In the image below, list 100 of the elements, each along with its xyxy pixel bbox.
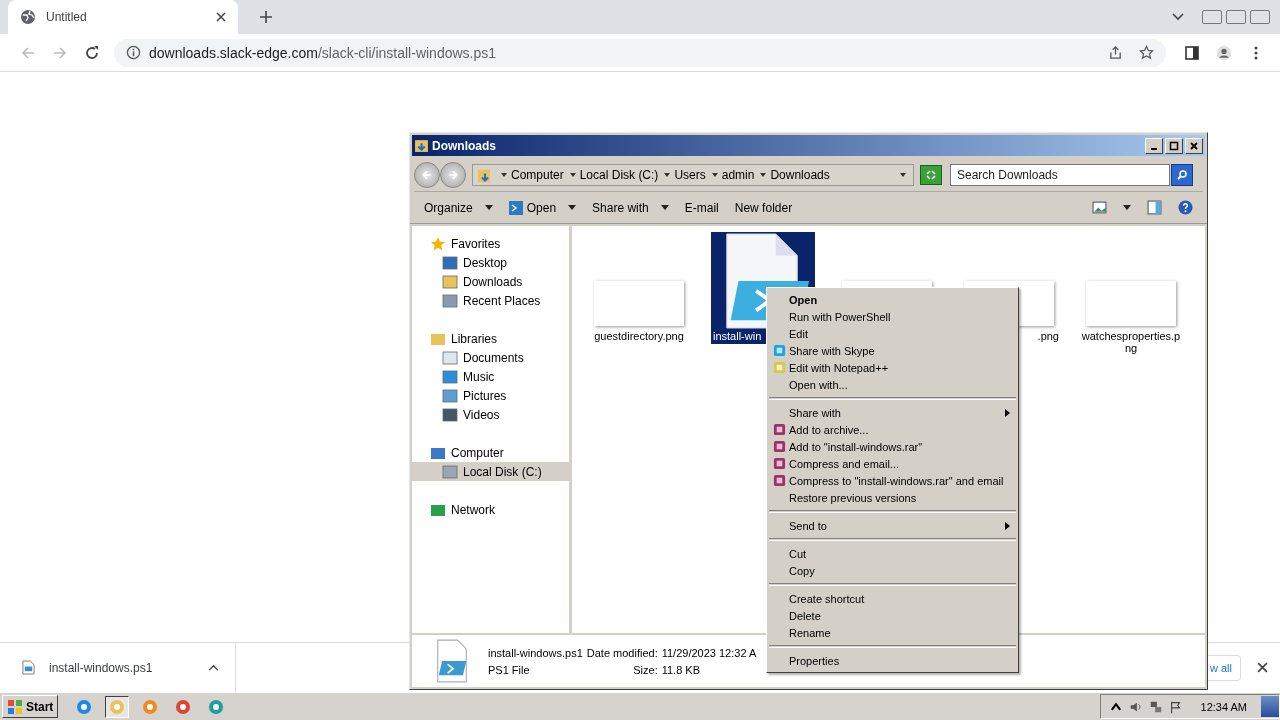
search-button[interactable] [1171, 164, 1193, 186]
refresh-button[interactable] [920, 165, 942, 185]
nav-item[interactable]: Libraries [412, 329, 569, 348]
menu-item[interactable]: Compress and email... [769, 455, 1016, 472]
nav-item[interactable]: Computer [412, 443, 569, 462]
file-item[interactable]: watchesproperties.png [1081, 232, 1181, 356]
star-icon[interactable] [1139, 45, 1154, 60]
star-icon [430, 235, 446, 252]
arrow-icon [664, 172, 671, 178]
date-modified: 11/29/2023 12:32 A [661, 646, 757, 659]
back-arrow-icon [421, 169, 433, 181]
nav-item[interactable]: Downloads [412, 272, 569, 291]
nav-item[interactable]: Recent Places [412, 291, 569, 310]
dropdown-arrow-icon[interactable] [1123, 205, 1131, 210]
dropdown-arrow-icon [484, 205, 493, 210]
search-icon [1176, 169, 1188, 181]
nav-item[interactable]: Pictures [412, 386, 569, 405]
nav-item[interactable]: Documents [412, 348, 569, 367]
preview-pane-icon[interactable] [1147, 200, 1162, 215]
file-name: install-windows.ps1 [488, 646, 583, 659]
restore-button[interactable] [1226, 10, 1246, 24]
share-icon[interactable] [1108, 45, 1123, 60]
breadcrumb-item[interactable]: admin [721, 168, 755, 182]
toolbar-button[interactable]: Organize [416, 195, 501, 220]
submenu-arrow-icon [1005, 408, 1010, 417]
nav-item[interactable]: Favorites [412, 234, 569, 253]
close-icon [1189, 140, 1199, 151]
folder-icon [414, 138, 429, 153]
menu-item[interactable]: Properties [769, 652, 1016, 669]
address-field[interactable]: Computer Local Disk (C:) Users admin Downloads [472, 164, 914, 186]
taskbar-button[interactable] [105, 695, 130, 718]
nav-item[interactable]: Desktop [412, 253, 569, 272]
nav-item[interactable]: Videos [412, 405, 569, 424]
close-tab-icon[interactable] [216, 12, 226, 22]
menu-item[interactable]: Copy [769, 562, 1016, 579]
caret-icon [208, 664, 219, 671]
file-item[interactable]: guestdirectory.png [589, 232, 689, 344]
breadcrumb-item[interactable]: Users [674, 168, 706, 182]
menu-item[interactable]: Create shortcut [769, 590, 1016, 607]
arrow-icon [501, 172, 507, 178]
document-icon [442, 349, 458, 366]
menu-item[interactable]: Rename [769, 624, 1016, 641]
browser-tab[interactable]: Untitled [8, 0, 238, 34]
toolbar-button[interactable]: E-mail [676, 195, 727, 220]
back-button[interactable] [414, 162, 440, 188]
menu-item[interactable]: Send to [769, 517, 1016, 534]
forward-arrow-icon [447, 169, 459, 181]
clock[interactable]: 12:34 AM [1200, 700, 1247, 713]
start-button[interactable]: Start [2, 695, 59, 718]
forward-button[interactable] [440, 162, 466, 188]
address-bar[interactable]: downloads.slack-edge.com/slack-cli/install-windows.ps1 [114, 38, 1166, 67]
menu-item[interactable]: Edit with Notepad++ [769, 359, 1016, 376]
close-icon[interactable] [1257, 662, 1268, 673]
profile-icon[interactable] [1216, 44, 1232, 61]
file-size: 11.8 KB [661, 663, 702, 676]
maximize-button[interactable] [1165, 137, 1183, 154]
toolbar-button[interactable]: Open [500, 195, 585, 220]
nav-item[interactable]: Local Disk (C:) [412, 462, 569, 481]
menu-item[interactable]: Add to archive... [769, 421, 1016, 438]
menu-item[interactable]: Open with... [769, 376, 1016, 393]
menu-item[interactable]: Cut [769, 545, 1016, 562]
menu-item[interactable]: Compress to "install-windows.rar" and email [769, 472, 1016, 489]
submenu-arrow-icon [1005, 521, 1010, 530]
field-label: Size: [632, 663, 658, 676]
menu-item[interactable]: Add to "install-windows.rar" [769, 438, 1016, 455]
reload-icon[interactable] [84, 44, 100, 61]
menu-item[interactable]: Share with Skype [769, 342, 1016, 359]
flag-icon[interactable] [1168, 699, 1183, 714]
tab-title: Untitled [46, 10, 88, 24]
refresh-icon [925, 169, 937, 181]
toolbar-button[interactable]: New folder [726, 195, 801, 220]
menu-item[interactable]: Delete [769, 607, 1016, 624]
network-icon[interactable] [1148, 699, 1163, 714]
arrow-icon [569, 172, 576, 178]
powershell-icon [508, 200, 523, 215]
nav-item[interactable]: Network [412, 500, 569, 519]
folder-icon [109, 698, 126, 715]
menu-item[interactable]: Share with [769, 404, 1016, 421]
window-title: Downloads [432, 138, 496, 153]
maximize-icon [1169, 140, 1179, 151]
file-icon [22, 660, 35, 675]
breadcrumb-item[interactable]: Local Disk (C:) [579, 168, 659, 182]
field-label: Date modified: [586, 646, 658, 659]
url-text: downloads.slack-edge.com/slack-cli/install-windows.ps1 [149, 44, 497, 61]
help-icon[interactable] [1178, 200, 1193, 215]
dropdown-arrow-icon[interactable] [900, 172, 906, 178]
file-type: PS1 File [488, 663, 531, 676]
dropdown-arrow-icon [568, 205, 577, 210]
breadcrumb-item[interactable]: Computer [511, 168, 564, 182]
view-icon[interactable] [1092, 200, 1107, 215]
breadcrumb-item[interactable]: Downloads [770, 168, 830, 182]
minimize-icon [1151, 147, 1157, 150]
menu-item[interactable]: Restore previous versions [769, 489, 1016, 506]
tab-list-icon[interactable] [1172, 13, 1184, 21]
new-tab-icon[interactable] [260, 11, 272, 23]
toolbar-button[interactable]: Share with [584, 195, 677, 220]
nav-item[interactable]: Music [412, 367, 569, 386]
side-panel-icon[interactable] [1184, 44, 1200, 61]
search-field[interactable]: Search Downloads [950, 164, 1170, 186]
folder-icon [442, 273, 458, 290]
